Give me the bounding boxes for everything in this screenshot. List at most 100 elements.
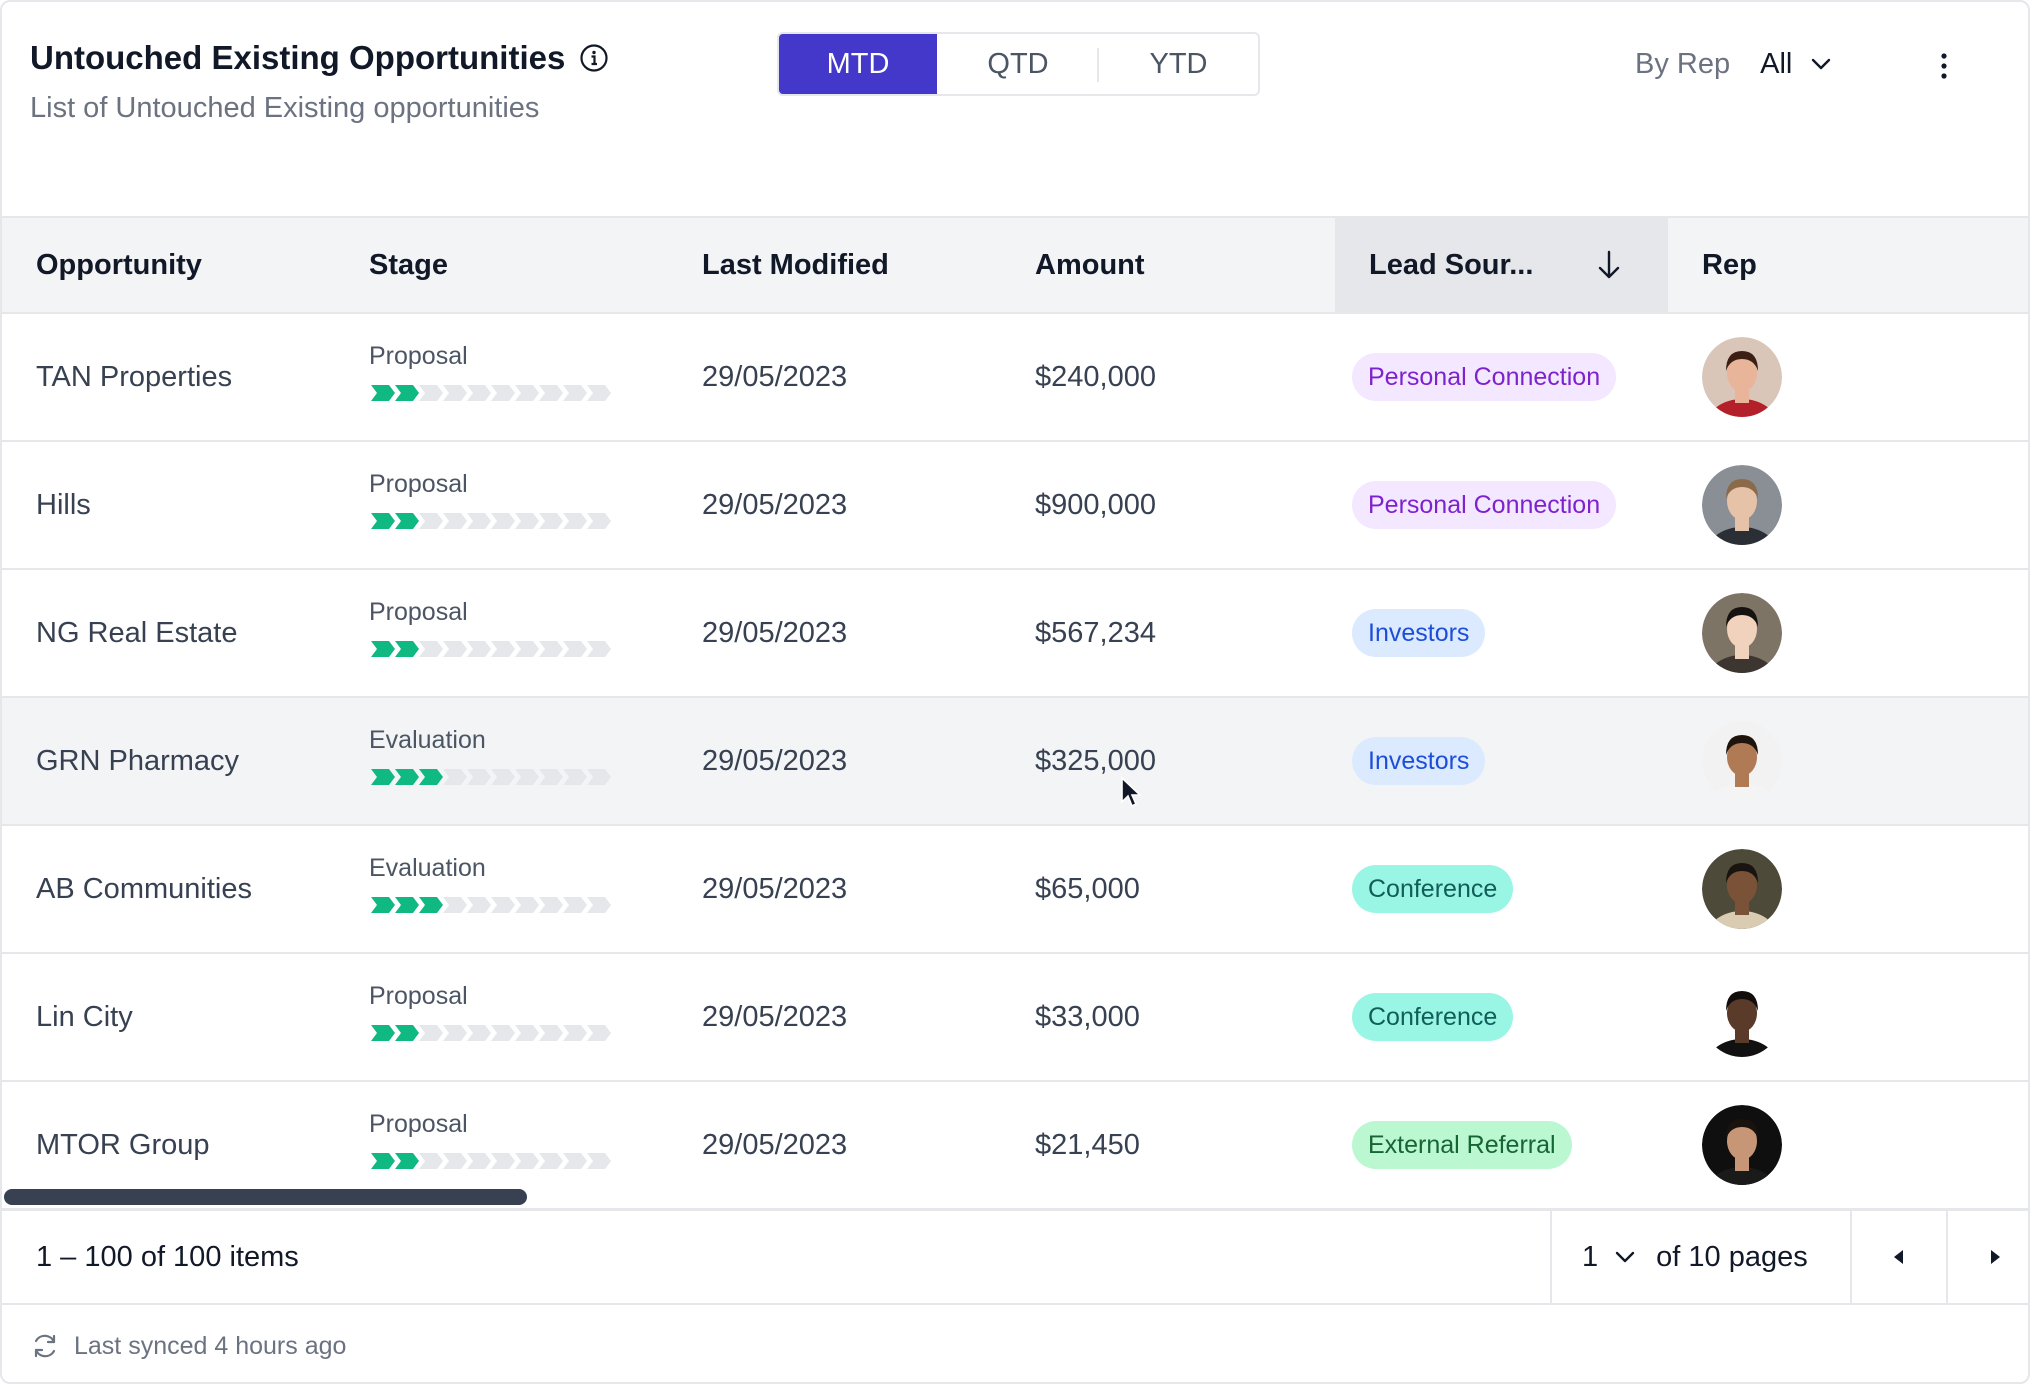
- stage-label: Proposal: [369, 341, 468, 370]
- stage-cell: Proposal: [369, 570, 615, 696]
- lead-source-cell: Conference: [1352, 826, 1514, 952]
- last-modified-date: 29/05/2023: [702, 488, 848, 521]
- lead-source-cell: Personal Connection: [1352, 442, 1617, 568]
- column-header-lead-source[interactable]: Lead Sour...: [1335, 218, 1668, 312]
- column-header-rep[interactable]: Rep: [1668, 218, 2028, 312]
- amount-value: $33,000: [1035, 1000, 1140, 1033]
- caret-right-icon: [1991, 1250, 2000, 1264]
- current-page-value: 1: [1582, 1240, 1599, 1273]
- period-ytd-button[interactable]: YTD: [1099, 34, 1258, 94]
- chevron-down-icon: [1812, 58, 1831, 70]
- card-title-wrap: Untouched Existing Opportunities: [30, 38, 609, 78]
- rep-cell: [1702, 442, 1782, 568]
- lead-source-cell: Investors: [1352, 698, 1486, 824]
- more-options-icon[interactable]: [1932, 46, 1956, 86]
- card-title: Untouched Existing Opportunities: [30, 39, 566, 76]
- table-row[interactable]: TAN Properties Proposal 29/05/2023 $240,…: [2, 314, 2028, 442]
- last-modified-date: 29/05/2023: [702, 872, 848, 905]
- page-select[interactable]: 1 of 10 pages: [1550, 1211, 1850, 1303]
- opportunity-name[interactable]: NG Real Estate: [36, 570, 237, 696]
- previous-page-button[interactable]: [1850, 1211, 1946, 1303]
- rep-cell: [1702, 826, 1782, 952]
- amount-value: $240,000: [1035, 360, 1156, 393]
- stage-progress-bar: [371, 768, 611, 785]
- rep-filter-value: All: [1760, 47, 1793, 80]
- lead-source-badge: Conference: [1352, 993, 1514, 1041]
- rep-avatar[interactable]: [1702, 977, 1782, 1057]
- pagination-items-count: 1 – 100 of 100 items: [36, 1240, 299, 1273]
- stage-progress-bar: [371, 1024, 611, 1041]
- last-modified-date: 29/05/2023: [702, 1128, 848, 1161]
- column-header-stage[interactable]: Stage: [335, 218, 668, 312]
- amount-value: $567,234: [1035, 616, 1156, 649]
- amount-value: $900,000: [1035, 488, 1156, 521]
- table-row[interactable]: GRN Pharmacy Evaluation 29/05/2023 $325,…: [2, 698, 2028, 826]
- rep-cell: [1702, 314, 1782, 440]
- rep-avatar[interactable]: [1702, 1105, 1782, 1185]
- chevron-down-icon: [1615, 1251, 1635, 1263]
- lead-source-badge: External Referral: [1352, 1121, 1572, 1169]
- lead-source-cell: Investors: [1352, 570, 1486, 696]
- opportunity-name[interactable]: Lin City: [36, 954, 133, 1080]
- stage-label: Proposal: [369, 981, 468, 1010]
- opportunity-name[interactable]: TAN Properties: [36, 314, 232, 440]
- opportunity-name[interactable]: AB Communities: [36, 826, 252, 952]
- lead-source-cell: External Referral: [1352, 1082, 1572, 1208]
- next-page-button[interactable]: [1946, 1211, 2028, 1303]
- stage-cell: Evaluation: [369, 826, 615, 952]
- rep-avatar[interactable]: [1702, 337, 1782, 417]
- caret-left-icon: [1894, 1250, 1903, 1264]
- rep-avatar[interactable]: [1702, 465, 1782, 545]
- lead-source-cell: Personal Connection: [1352, 314, 1617, 440]
- stage-progress-bar: [371, 512, 611, 529]
- sync-icon[interactable]: [30, 1331, 60, 1361]
- opportunity-name[interactable]: GRN Pharmacy: [36, 698, 239, 824]
- stage-progress-bar: [371, 1152, 611, 1169]
- last-modified-date: 29/05/2023: [702, 1000, 848, 1033]
- opportunity-name[interactable]: Hills: [36, 442, 91, 568]
- sync-status-text: Last synced 4 hours ago: [74, 1331, 347, 1360]
- column-header-last-modified[interactable]: Last Modified: [668, 218, 1001, 312]
- horizontal-scrollbar[interactable]: [4, 1189, 527, 1205]
- lead-source-badge: Conference: [1352, 865, 1514, 913]
- table-row[interactable]: NG Real Estate Proposal 29/05/2023 $567,…: [2, 570, 2028, 698]
- table-row[interactable]: AB Communities Evaluation 29/05/2023 $65…: [2, 826, 2028, 954]
- rep-cell: [1702, 698, 1782, 824]
- stage-label: Proposal: [369, 469, 468, 498]
- lead-source-badge: Personal Connection: [1352, 353, 1617, 401]
- info-icon[interactable]: [579, 43, 609, 73]
- amount-value: $21,450: [1035, 1128, 1140, 1161]
- lead-source-badge: Investors: [1352, 737, 1486, 785]
- amount-value: $65,000: [1035, 872, 1140, 905]
- mouse-pointer-icon: [1121, 776, 1143, 808]
- stage-label: Evaluation: [369, 725, 486, 754]
- stage-progress-bar: [371, 640, 611, 657]
- table-header: Opportunity Stage Last Modified Amount L…: [2, 216, 2028, 314]
- lead-source-cell: Conference: [1352, 954, 1514, 1080]
- last-modified-date: 29/05/2023: [702, 360, 848, 393]
- rep-avatar[interactable]: [1702, 721, 1782, 801]
- table-row[interactable]: Hills Proposal 29/05/2023 $900,000 Perso…: [2, 442, 2028, 570]
- rep-cell: [1702, 1082, 1782, 1208]
- rep-avatar[interactable]: [1702, 849, 1782, 929]
- stage-cell: Proposal: [369, 442, 615, 568]
- card-subtitle: List of Untouched Existing opportunities: [30, 92, 540, 124]
- stage-cell: Proposal: [369, 954, 615, 1080]
- period-qtd-button[interactable]: QTD: [937, 34, 1099, 94]
- table-row[interactable]: Lin City Proposal 29/05/2023 $33,000 Con…: [2, 954, 2028, 1082]
- last-modified-date: 29/05/2023: [702, 744, 848, 777]
- rep-avatar[interactable]: [1702, 593, 1782, 673]
- period-mtd-button[interactable]: MTD: [779, 34, 937, 94]
- stage-cell: Evaluation: [369, 698, 615, 824]
- stage-label: Proposal: [369, 1109, 468, 1138]
- stage-cell: Proposal: [369, 314, 615, 440]
- sort-descending-icon[interactable]: [1594, 248, 1624, 282]
- column-header-opportunity[interactable]: Opportunity: [2, 218, 335, 312]
- column-header-amount[interactable]: Amount: [1001, 218, 1335, 312]
- total-pages-text: of 10 pages: [1656, 1240, 1808, 1273]
- rep-filter[interactable]: By Rep All: [1635, 44, 1834, 84]
- stage-label: Evaluation: [369, 853, 486, 882]
- last-modified-date: 29/05/2023: [702, 616, 848, 649]
- sync-status: Last synced 4 hours ago: [30, 1326, 346, 1366]
- rep-filter-label: By Rep: [1635, 47, 1731, 80]
